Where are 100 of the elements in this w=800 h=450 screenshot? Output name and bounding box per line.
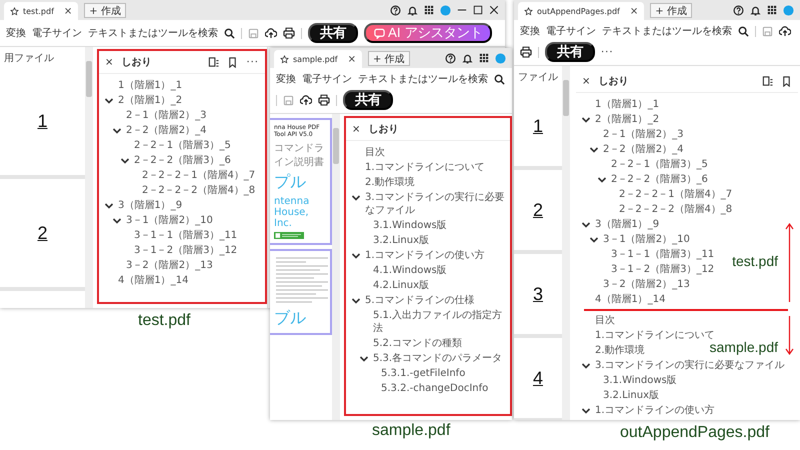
bookmark-item[interactable]: 3.1.Windows版 [576,372,681,388]
print-icon[interactable] [283,27,295,39]
cloud-upload-icon[interactable] [300,94,312,106]
bookmark-item[interactable]: 4（階層1）_14 [576,292,670,307]
scrollbar[interactable] [85,47,93,308]
print-icon[interactable] [318,94,330,106]
search-icon[interactable] [224,28,235,38]
ai-assistant-button[interactable]: AI アシスタント [364,23,492,43]
bookmark-item[interactable]: 2－2（階層2）_4 [99,123,210,138]
bookmark-item[interactable]: 5.3.1.-getFileInfo [346,366,510,381]
bookmark-item[interactable]: 3－2（階層2）_13 [576,277,694,292]
help-icon[interactable] [445,52,456,64]
bookmark-item[interactable]: 3.2.Linux版 [576,388,664,402]
scrollbar[interactable] [332,114,340,420]
bookmark-item[interactable]: 5.2.コマンドの種類 [346,336,510,351]
bookmark-item[interactable]: 2（階層1）_2 [99,93,186,108]
bookmark-item[interactable]: 2.動作環境 [346,175,510,190]
bookmark-item[interactable]: 2－2－2－1（階層4）_7 [576,187,736,202]
bookmark-item[interactable]: 2－1（階層2）_3 [99,108,210,123]
bookmark-item[interactable]: 3－2（階層2）_13 [99,258,217,273]
bookmark-item[interactable]: 目次 [576,312,619,328]
scrollbar[interactable] [562,66,570,420]
bookmark-item[interactable]: 1（階層1）_1 [99,78,186,93]
document-tab[interactable]: sample.pdf × [274,50,362,68]
bookmark-item[interactable]: 2－2－2－2（階層4）_8 [99,183,260,198]
search-icon[interactable] [494,74,505,84]
bookmark-item[interactable]: 2－2－1（階層3）_5 [99,138,235,153]
maximize-icon[interactable] [473,5,483,15]
bookmark-item[interactable]: 4（階層1）_14 [99,273,192,288]
bookmark-item[interactable]: 4.1.Windows版 [346,263,510,278]
more-button[interactable]: ··· [601,46,614,58]
toolbar-menu-item[interactable]: 電子サイン [546,23,596,39]
document-tab[interactable]: outAppendPages.pdf × [518,2,644,20]
toolbar-menu-item[interactable]: 変換 [520,23,540,39]
bookmark-item[interactable]: 目次 [346,145,510,160]
bookmark-item[interactable]: 2－2－1（階層3）_5 [576,157,712,172]
share-button[interactable]: 共有 [545,42,595,62]
close-panel-button[interactable]: × [352,124,360,134]
bookmark-item[interactable]: 5.1.入出力ファイルの指定方法 [346,308,510,336]
close-tab-button[interactable]: × [64,6,72,16]
help-icon[interactable] [733,4,744,16]
toolbar-menu-item[interactable]: 電子サイン [32,25,82,41]
close-icon[interactable] [489,5,499,15]
bookmark-item[interactable]: 3－1（階層2）_10 [576,232,694,247]
help-icon[interactable] [390,4,401,16]
grid-icon[interactable] [424,5,434,15]
bookmark-item[interactable]: 3－1－1（階層3）_11 [576,247,718,262]
bookmark-item[interactable]: 1.コマンドラインの使い方 [346,248,510,263]
more-button[interactable]: ··· [246,56,259,68]
bookmark-item[interactable]: 1.コマンドラインの使い方 [576,402,719,418]
bookmark-item[interactable]: 3.コマンドラインの実行に必要なファイル [576,358,789,372]
cloud-upload-icon[interactable] [779,25,791,37]
bookmark-item[interactable]: 3－1－2（階層3）_12 [99,243,242,258]
bell-icon[interactable] [750,4,761,16]
close-panel-button[interactable]: × [105,56,114,68]
bookmark-item[interactable]: 2－1（階層2）_3 [576,127,688,142]
search-field[interactable]: テキストまたはツールを検索 [358,71,488,87]
bookmark-item[interactable]: 4.2.Linux版 [346,278,510,293]
bookmark-item[interactable]: 3（階層1）_9 [99,198,186,213]
close-panel-button[interactable]: × [582,76,590,86]
bookmark-item[interactable]: 3－1－1（階層3）_11 [99,228,242,243]
star-icon[interactable] [524,6,533,16]
search-icon[interactable] [738,26,749,36]
bookmark-item[interactable]: 3.コマンドラインの実行に必要なファイル [346,190,510,218]
toolbar-menu-item[interactable]: 変換 [276,71,296,87]
search-field[interactable]: テキストまたはツールを検索 [602,23,732,39]
bookmark-item[interactable]: 3.1.Windows版 [346,218,510,233]
bookmark-item[interactable]: 2－2－2（階層3）_6 [576,172,712,187]
share-button[interactable]: 共有 [343,90,393,110]
bookmark-item[interactable]: 2－2－2－2（階層4）_8 [576,202,736,217]
bookmark-item[interactable]: 3－1（階層2）_10 [99,213,217,228]
star-icon[interactable] [280,54,289,64]
bookmark-item[interactable]: 3（階層1）_9 [576,217,664,232]
bookmark-item[interactable]: 1（階層1）_1 [576,97,664,112]
cloud-upload-icon[interactable] [265,27,277,39]
bookmark-item[interactable]: 2－2（階層2）_4 [576,142,688,157]
bookmark-item[interactable]: 2－2－2－1（階層4）_7 [99,168,260,183]
print-icon[interactable] [520,46,532,58]
search-field[interactable]: テキストまたはツールを検索 [88,25,218,41]
star-icon[interactable] [10,6,19,16]
new-tab-button[interactable]: + 作成 [84,2,126,18]
bookmark-item[interactable]: 3.2.Linux版 [346,233,510,248]
bookmark-list-icon[interactable] [208,56,220,68]
bell-icon[interactable] [462,52,473,64]
close-tab-button[interactable]: × [630,6,638,16]
bookmark-item[interactable]: 5.3.各コマンドのパラメータ [346,351,510,366]
bookmark-icon[interactable] [781,76,792,86]
new-tab-button[interactable]: + 作成 [650,2,692,18]
bookmark-item[interactable]: 2（階層1）_2 [576,112,664,127]
bookmark-item[interactable]: 2.動作環境 [576,342,649,358]
grid-icon[interactable] [479,53,489,63]
new-tab-button[interactable]: + 作成 [368,50,410,66]
bell-icon[interactable] [407,4,418,16]
bookmark-icon[interactable] [227,56,238,68]
bookmark-item[interactable]: 3－1－2（階層3）_12 [576,262,718,277]
toolbar-menu-item[interactable]: 変換 [6,25,26,41]
share-button[interactable]: 共有 [308,23,358,43]
bookmark-item[interactable]: 2－2－2（階層3）_6 [99,153,235,168]
toolbar-menu-item[interactable]: 電子サイン [302,71,352,87]
bookmark-item[interactable]: 5.コマンドラインの仕様 [346,293,510,308]
